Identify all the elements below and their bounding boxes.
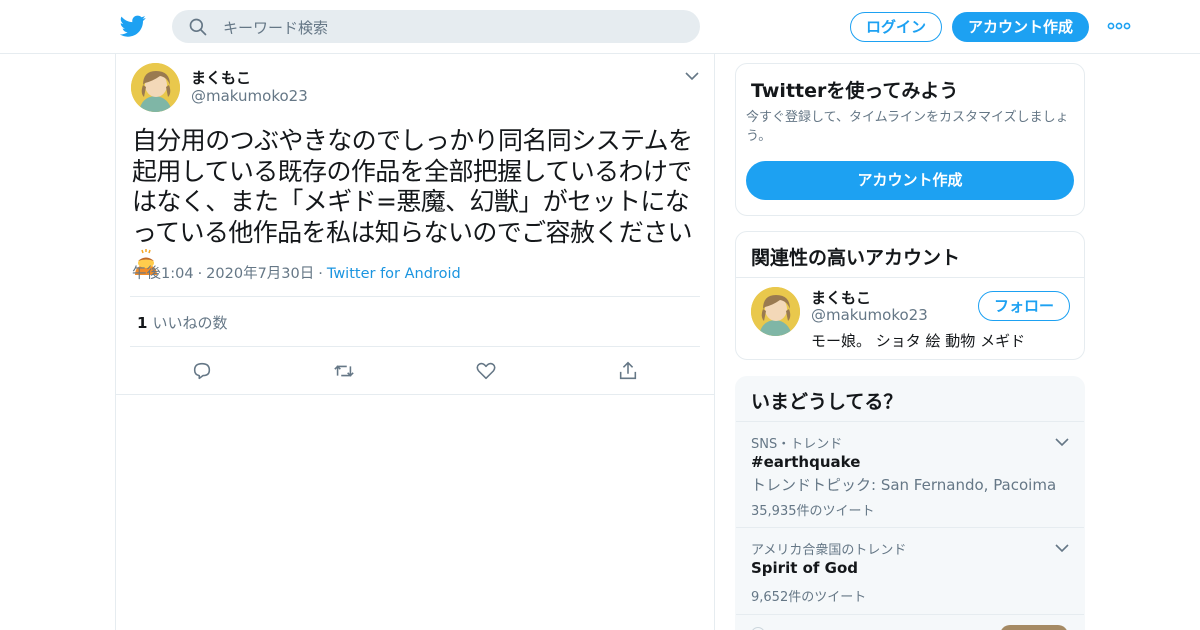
search-bar[interactable]: キーワード検索 bbox=[172, 10, 700, 43]
trend-description: トレンドトピック: San Fernando, Pacoima bbox=[751, 476, 1057, 494]
trend-name: #earthquake bbox=[751, 453, 861, 471]
like-icon[interactable] bbox=[475, 360, 497, 382]
search-input[interactable]: キーワード検索 bbox=[223, 17, 328, 38]
tweet-source-link[interactable]: Twitter for Android bbox=[327, 266, 461, 282]
likes-count: 1 bbox=[137, 314, 148, 332]
signup-button[interactable]: アカウント作成 bbox=[952, 12, 1089, 42]
author-handle[interactable]: @makumoko23 bbox=[191, 87, 308, 105]
author-name[interactable]: まくもこ bbox=[191, 67, 251, 88]
related-account-handle[interactable]: @makumoko23 bbox=[811, 306, 928, 324]
trends-card: いまどうしてる？ SNS・トレンド #earthquake トレンドトピック: … bbox=[735, 376, 1085, 630]
twitter-logo-icon[interactable] bbox=[120, 13, 146, 39]
share-icon[interactable] bbox=[617, 360, 639, 382]
trend-name: Spirit of God bbox=[751, 559, 859, 577]
chevron-down-icon[interactable] bbox=[1054, 436, 1070, 448]
reply-icon[interactable] bbox=[191, 360, 213, 382]
tweet-time[interactable]: 午後1:04 bbox=[132, 266, 194, 282]
tweet-text-body: 自分用のつぶやきなのでしっかり同名同システムを起用している既存の作品を全部把握し… bbox=[132, 126, 693, 247]
trend-context: SNS・トレンド bbox=[751, 437, 843, 452]
related-card-title: 関連性の高いアカウント bbox=[751, 247, 961, 269]
signup-card-button[interactable]: アカウント作成 bbox=[746, 161, 1074, 200]
login-button[interactable]: ログイン bbox=[850, 12, 942, 42]
separator-dot: · bbox=[197, 266, 203, 282]
search-icon bbox=[189, 18, 207, 36]
chevron-down-icon[interactable] bbox=[1054, 542, 1070, 554]
trend-tweet-count: 35,935件のツイート bbox=[751, 504, 875, 519]
likes-stat[interactable]: 1 いいねの数 bbox=[137, 312, 227, 333]
tweet-detail: まくもこ @makumoko23 自分用のつぶやきなのでしっかり同名同システムを… bbox=[115, 54, 715, 630]
related-account-name[interactable]: まくもこ bbox=[811, 287, 871, 308]
related-account-bio: モー娘。 ショタ 絵 動物 メギド bbox=[811, 332, 1026, 350]
trend-item[interactable]: アメリカ合衆国のトレンド Spirit of God 9,652件のツイート bbox=[736, 528, 1084, 614]
signup-card: Twitterを使ってみよう 今すぐ登録して、タイムラインをカスタマイズしましょ… bbox=[735, 63, 1085, 216]
tweet-date[interactable]: 2020年7月30日 bbox=[206, 266, 314, 282]
top-bar: キーワード検索 ログイン アカウント作成 bbox=[0, 0, 1200, 54]
tweet-actions bbox=[116, 347, 714, 395]
related-accounts-card: 関連性の高いアカウント まくもこ @makumoko23 モー娘。 ショタ 絵 … bbox=[735, 231, 1085, 360]
trend-tweet-count: 9,652件のツイート bbox=[751, 590, 867, 605]
trend-thumbnail[interactable] bbox=[1000, 625, 1068, 630]
avatar-illustration bbox=[131, 63, 180, 112]
divider bbox=[736, 277, 1084, 278]
follow-button[interactable]: フォロー bbox=[978, 291, 1070, 321]
likes-label: いいねの数 bbox=[152, 314, 228, 332]
more-options-icon[interactable] bbox=[1106, 16, 1132, 36]
tweet-text: 自分用のつぶやきなのでしっかり同名同システムを起用している既存の作品を全部把握し… bbox=[132, 126, 702, 280]
avatar[interactable] bbox=[131, 63, 180, 112]
avatar[interactable] bbox=[751, 287, 800, 336]
trend-context: アメリカ合衆国のトレンド bbox=[751, 543, 907, 558]
chevron-down-icon[interactable] bbox=[684, 70, 700, 82]
divider bbox=[130, 296, 700, 297]
trend-item[interactable]: SNS・トレンド #earthquake トレンドトピック: San Ferna… bbox=[736, 422, 1084, 527]
separator-dot: · bbox=[318, 266, 323, 282]
retweet-icon[interactable] bbox=[333, 360, 355, 382]
trends-card-title: いまどうしてる？ bbox=[751, 391, 903, 413]
avatar-illustration bbox=[751, 287, 800, 336]
signup-card-title: Twitterを使ってみよう bbox=[751, 80, 959, 102]
divider bbox=[736, 614, 1084, 615]
signup-card-subtitle: 今すぐ登録して、タイムラインをカスタマイズしましょう。 bbox=[746, 110, 1069, 144]
tweet-meta: 午後1:04 · 2020年7月30日 · Twitter for Android bbox=[132, 262, 461, 283]
